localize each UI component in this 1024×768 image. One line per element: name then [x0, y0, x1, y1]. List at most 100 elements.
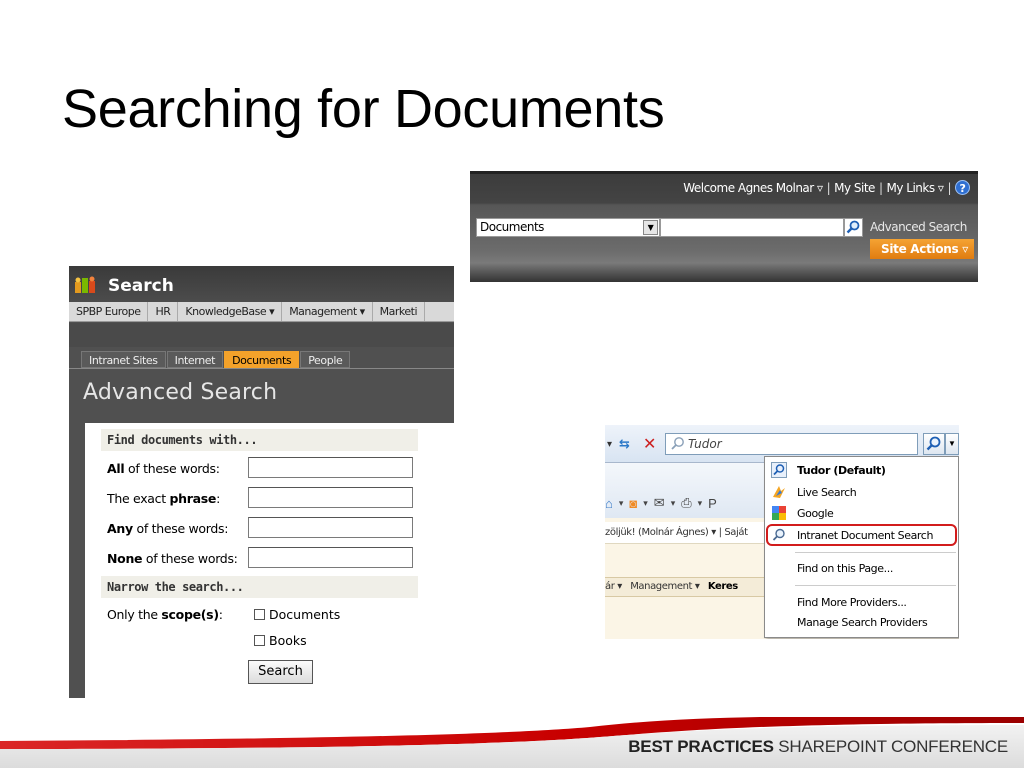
- divider: |: [878, 180, 883, 195]
- site-actions-button[interactable]: Site Actions ▿: [870, 239, 974, 259]
- tab-people[interactable]: People: [300, 351, 351, 368]
- manage-search-providers-item[interactable]: Manage Search Providers: [797, 616, 928, 629]
- print-icon[interactable]: ⎙: [681, 495, 691, 511]
- label-text: of these words:: [132, 521, 229, 536]
- chevron-down-icon[interactable]: ▾: [698, 498, 703, 509]
- menu-separator: [795, 585, 956, 586]
- search-center-logo-icon: [75, 276, 95, 293]
- scope-label: Only the scope(s):: [107, 607, 223, 622]
- live-search-icon: [773, 486, 785, 498]
- nav-item-search[interactable]: Keres: [708, 581, 738, 592]
- find-more-providers-item[interactable]: Find More Providers...: [797, 596, 907, 609]
- advanced-search-link[interactable]: Advanced Search: [870, 220, 967, 234]
- refresh-icon[interactable]: ⇆: [619, 436, 637, 452]
- my-site-link[interactable]: My Site: [834, 181, 875, 195]
- exact-phrase-input[interactable]: [248, 487, 413, 508]
- chevron-down-icon: ▿: [962, 242, 968, 256]
- page-menu-label[interactable]: P: [708, 496, 717, 511]
- welcome-bar: Welcome Agnes Molnar ▿ | My Site | My Li…: [683, 180, 970, 195]
- browser-search-box[interactable]: Tudor: [665, 433, 918, 455]
- nav-item-hr[interactable]: HR: [148, 302, 179, 321]
- label-bold: Any: [107, 521, 133, 536]
- none-words-input[interactable]: [248, 547, 413, 568]
- dropdown-arrow-icon[interactable]: ▼: [643, 220, 658, 235]
- google-icon: [772, 506, 786, 520]
- tab-documents[interactable]: Documents: [224, 351, 300, 368]
- search-button[interactable]: Search: [248, 660, 313, 684]
- mail-icon[interactable]: ✉: [654, 495, 665, 511]
- advanced-search-form: Find documents with... All of these word…: [85, 423, 454, 698]
- my-links-menu[interactable]: My Links ▿: [886, 181, 943, 195]
- chevron-down-icon[interactable]: ▾: [671, 498, 676, 509]
- any-words-label: Any of these words:: [107, 521, 228, 536]
- all-words-input[interactable]: [248, 457, 413, 478]
- find-on-page-item[interactable]: Find on this Page...: [797, 562, 893, 575]
- nav-item-marketing[interactable]: Marketi: [373, 302, 426, 321]
- search-query: Tudor: [688, 437, 722, 451]
- checkbox[interactable]: [254, 635, 265, 646]
- menu-separator: [795, 552, 956, 553]
- tab-internet[interactable]: Internet: [166, 351, 224, 368]
- nav-item-management[interactable]: Management ▾: [282, 302, 373, 321]
- top-strip: [470, 171, 978, 174]
- label-bold: All: [107, 461, 125, 476]
- tab-underline: [69, 368, 454, 369]
- search-scope-select[interactable]: Documents ▼: [476, 218, 660, 237]
- exact-phrase-label: The exact phrase:: [107, 491, 220, 506]
- section-header-find: Find documents with...: [101, 429, 418, 451]
- chevron-down-icon[interactable]: ▾: [643, 498, 648, 509]
- search-tabs: Intranet Sites Internet Documents People: [81, 351, 351, 368]
- slide-title: Searching for Documents: [62, 79, 665, 139]
- provider-tudor[interactable]: Tudor (Default): [797, 464, 886, 477]
- welcome-label: Welcome Agnes Molnar: [683, 180, 814, 195]
- tab-intranet-sites[interactable]: Intranet Sites: [81, 351, 166, 368]
- nav-item-spbp-europe[interactable]: SPBP Europe: [69, 302, 149, 321]
- chevron-down-icon[interactable]: ▾: [619, 498, 624, 509]
- chevron-down-icon: ▿: [937, 180, 944, 195]
- top-nav: SPBP Europe HR KnowledgeBase ▾ Managemen…: [69, 302, 454, 322]
- site-actions-label: Site Actions: [880, 242, 959, 256]
- dropdown-arrow-icon[interactable]: ▾: [607, 439, 612, 450]
- nav-fragment[interactable]: ár ▾: [605, 581, 622, 592]
- chevron-down-icon: ▿: [817, 180, 823, 195]
- home-icon[interactable]: ⌂: [605, 496, 613, 511]
- search-go-button[interactable]: [923, 433, 945, 455]
- search-providers-menu: Tudor (Default) Live Search Google Intra…: [764, 456, 959, 638]
- brand-bold: BEST PRACTICES: [628, 737, 774, 756]
- scope-books-option[interactable]: Books: [254, 633, 307, 648]
- nav-item-management[interactable]: Management ▾: [630, 581, 700, 592]
- magnifier-icon: [846, 220, 860, 234]
- section-header-narrow: Narrow the search...: [101, 576, 418, 598]
- checkbox-label: Documents: [269, 607, 341, 622]
- provider-live-search[interactable]: Live Search: [797, 486, 857, 499]
- magnifier-icon: [771, 462, 787, 478]
- conference-branding: BEST PRACTICES SHAREPOINT CONFERENCE: [628, 737, 1008, 757]
- label-text: of these words:: [124, 461, 220, 476]
- stop-icon[interactable]: ✕: [643, 434, 656, 454]
- nav-item-knowledgebase[interactable]: KnowledgeBase ▾: [178, 302, 283, 321]
- browser-search-screenshot: ▾ ⇆ ✕ Tudor ▼ ⌂ ▾ ◙ ▾ ✉ ▾ ⎙ ▾ P zöljük! (Mol…: [605, 425, 959, 639]
- search-go-button[interactable]: [844, 218, 863, 237]
- search-input[interactable]: [660, 218, 844, 237]
- rss-feed-icon[interactable]: ◙: [629, 496, 637, 511]
- search-options-dropdown[interactable]: ▼: [945, 433, 959, 455]
- all-words-label: All of these words:: [107, 461, 220, 476]
- label-bold: phrase: [169, 491, 217, 506]
- nav-spacer: [69, 323, 454, 347]
- label-text: :: [216, 491, 220, 506]
- provider-intranet-document-search[interactable]: Intranet Document Search: [797, 529, 933, 542]
- any-words-input[interactable]: [248, 517, 413, 538]
- magnifier-icon: [772, 528, 785, 541]
- scope-documents-option[interactable]: Documents: [254, 607, 340, 622]
- checkbox[interactable]: [254, 609, 265, 620]
- welcome-menu[interactable]: Welcome Agnes Molnar ▿: [683, 180, 823, 195]
- provider-google[interactable]: Google: [797, 507, 834, 520]
- advanced-search-screenshot: Search SPBP Europe HR KnowledgeBase ▾ Ma…: [69, 266, 454, 698]
- label-text: The exact: [107, 491, 170, 506]
- label-bold: None: [107, 551, 143, 566]
- label-bold: scope(s): [161, 607, 219, 622]
- search-scope-value: Documents: [480, 220, 544, 234]
- label-text: :: [218, 607, 223, 622]
- page-title: Advanced Search: [83, 380, 278, 405]
- help-icon[interactable]: ?: [955, 180, 970, 195]
